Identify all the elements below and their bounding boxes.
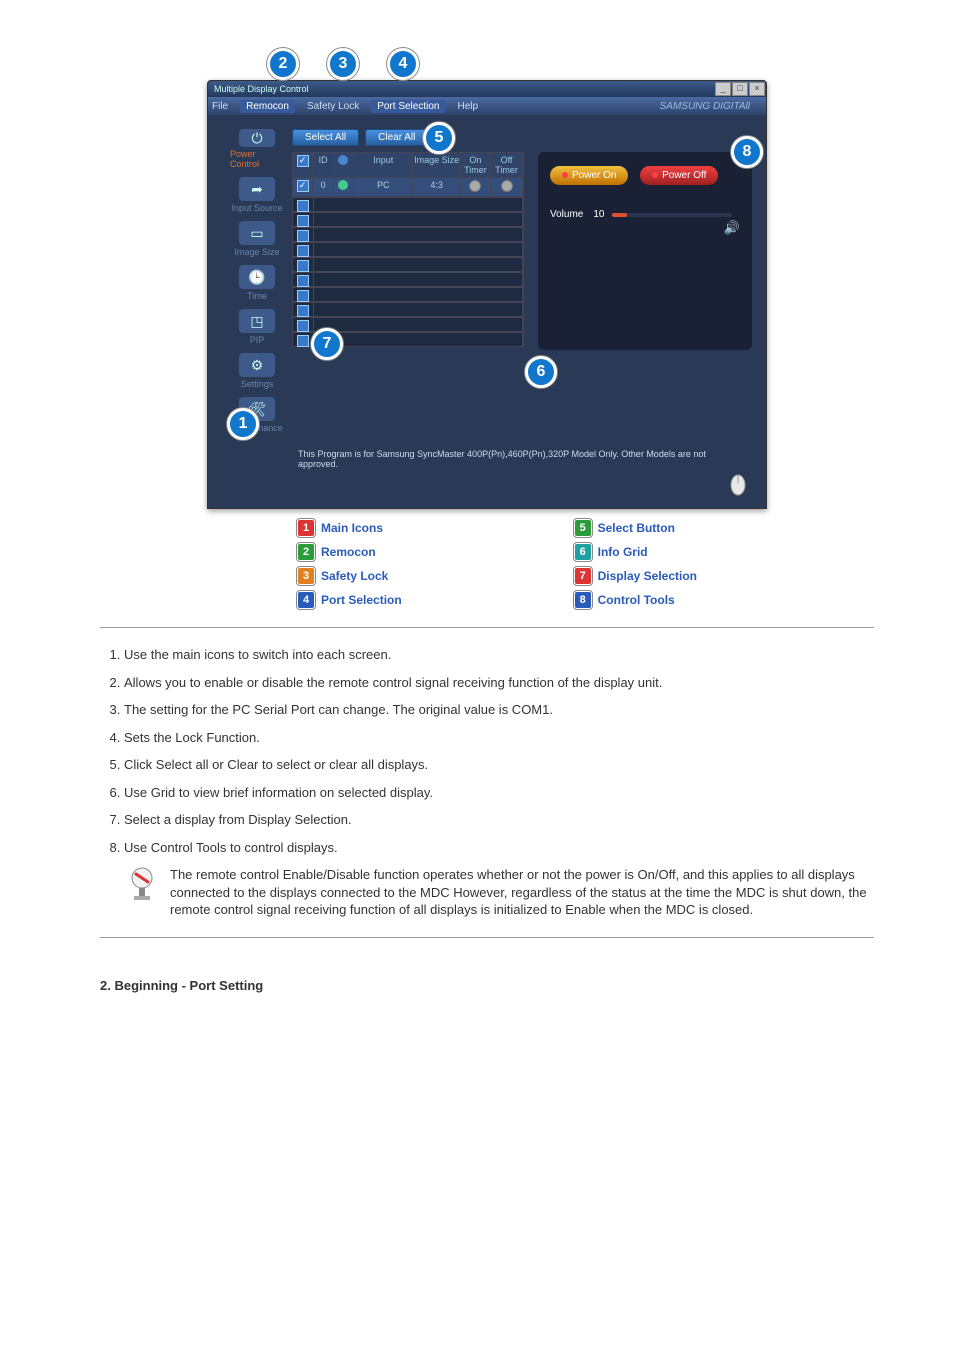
table-row[interactable]: 0 PC 4:3 (293, 177, 523, 196)
legend-7: Display Selection (598, 569, 697, 583)
row-checkbox[interactable] (297, 320, 309, 332)
row-checkbox[interactable] (297, 245, 309, 257)
desc-8: Use Control Tools to control displays. (124, 839, 874, 857)
grid-header-id: ID (313, 153, 333, 177)
desc-2: Allows you to enable or disable the remo… (124, 674, 874, 692)
row-checkbox[interactable] (297, 215, 309, 227)
status-message: This Program is for Samsung SyncMaster 4… (298, 449, 738, 469)
grid-header-input: Input (354, 153, 413, 177)
grid-header-image-size: Image Size (413, 153, 461, 177)
row-checkbox[interactable] (297, 200, 309, 212)
desc-6: Use Grid to view brief information on se… (124, 784, 874, 802)
window-titlebar: Multiple Display Control _ □ × (208, 81, 766, 97)
legend-1: Main Icons (321, 521, 383, 535)
desc-5: Click Select all or Clear to select or c… (124, 756, 874, 774)
mouse-icon (724, 469, 752, 497)
row-image-size: 4:3 (413, 177, 461, 196)
callout-6: 6 (525, 356, 557, 388)
callout-4: 4 (387, 48, 419, 80)
control-tools-panel: Power On Power Off Volume 10 🔊 (538, 152, 752, 350)
close-button[interactable]: × (749, 82, 765, 96)
pip-icon: ◳ (239, 309, 275, 333)
app-window: Multiple Display Control _ □ × File Remo… (207, 80, 767, 509)
row-input: PC (354, 177, 413, 196)
legend-5: Select Button (598, 521, 675, 535)
legend: 1Main Icons 2Remocon 3Safety Lock 4Port … (207, 519, 767, 609)
callout-5: 5 (423, 122, 455, 154)
callout-8: 8 (731, 136, 763, 168)
power-on-button[interactable]: Power On (550, 166, 628, 185)
volume-value: 10 (593, 209, 604, 220)
row-checkbox[interactable] (297, 260, 309, 272)
maximize-button[interactable]: □ (732, 82, 748, 96)
row-checkbox[interactable] (297, 180, 309, 192)
desc-4: Sets the Lock Function. (124, 729, 874, 747)
row-checkbox[interactable] (297, 305, 309, 317)
description-list: Use the main icons to switch into each s… (100, 646, 874, 856)
grid-header-off-timer: Off Timer (491, 153, 523, 177)
image-size-icon: ▭ (239, 221, 275, 245)
callout-7: 7 (311, 328, 343, 360)
legend-3: Safety Lock (321, 569, 388, 583)
sidebar-item-image-size[interactable]: ▭ Image Size (230, 217, 284, 257)
grid-header-on-timer: On Timer (461, 153, 491, 177)
settings-icon: ⚙ (239, 353, 275, 377)
callout-3: 3 (327, 48, 359, 80)
power-off-button[interactable]: Power Off (640, 166, 718, 185)
divider (100, 937, 874, 938)
select-all-button[interactable]: Select All (292, 129, 359, 146)
sidebar: ⏻ Power Control ➦ Input Source ▭ Image S… (222, 129, 292, 437)
desc-7: Select a display from Display Selection. (124, 811, 874, 829)
sidebar-item-pip[interactable]: ◳ PIP (230, 305, 284, 345)
legend-4: Port Selection (321, 593, 402, 607)
menubar: File Remocon Safety Lock Port Selection … (208, 97, 766, 115)
input-source-icon: ➦ (239, 177, 275, 201)
divider (100, 627, 874, 628)
row-checkbox[interactable] (297, 335, 309, 347)
sidebar-item-time[interactable]: 🕒 Time (230, 261, 284, 301)
speaker-icon[interactable]: 🔊 (724, 220, 740, 235)
clear-all-button[interactable]: Clear All (365, 129, 428, 146)
volume-label: Volume (550, 209, 583, 220)
row-off-timer (501, 180, 513, 192)
legend-6: Info Grid (598, 545, 648, 559)
window-title: Multiple Display Control (214, 84, 309, 94)
grid-header-status (334, 153, 354, 177)
note-icon (124, 866, 160, 902)
menu-file[interactable]: File (212, 101, 228, 112)
callout-2: 2 (267, 48, 299, 80)
menu-remocon[interactable]: Remocon (240, 100, 295, 113)
row-checkbox[interactable] (297, 230, 309, 242)
menu-help[interactable]: Help (457, 101, 478, 112)
grid-header-check[interactable] (293, 153, 313, 177)
volume-control: Volume 10 (550, 209, 740, 220)
info-grid: ID Input Image Size On Timer Off Timer 0 (292, 152, 524, 347)
row-status-dot (338, 180, 348, 190)
row-checkbox[interactable] (297, 290, 309, 302)
sidebar-item-power-control[interactable]: ⏻ Power Control (230, 129, 284, 169)
row-on-timer (469, 180, 481, 192)
note-text: The remote control Enable/Disable functi… (170, 866, 874, 919)
callout-1: 1 (227, 408, 259, 440)
sidebar-item-input-source[interactable]: ➦ Input Source (230, 173, 284, 213)
menu-safety-lock[interactable]: Safety Lock (307, 101, 359, 112)
time-icon: 🕒 (239, 265, 275, 289)
volume-slider[interactable] (612, 213, 732, 217)
desc-1: Use the main icons to switch into each s… (124, 646, 874, 664)
row-id: 0 (313, 177, 333, 196)
desc-3: The setting for the PC Serial Port can c… (124, 701, 874, 719)
power-icon: ⏻ (239, 129, 275, 147)
menu-port-selection[interactable]: Port Selection (371, 100, 445, 113)
sidebar-item-settings[interactable]: ⚙ Settings (230, 349, 284, 389)
legend-8: Control Tools (598, 593, 675, 607)
minimize-button[interactable]: _ (715, 82, 731, 96)
legend-2: Remocon (321, 545, 376, 559)
brand-label: SAMSUNG DIGITAll (660, 101, 750, 112)
row-checkbox[interactable] (297, 275, 309, 287)
next-section-heading: 2. Beginning - Port Setting (100, 978, 874, 993)
